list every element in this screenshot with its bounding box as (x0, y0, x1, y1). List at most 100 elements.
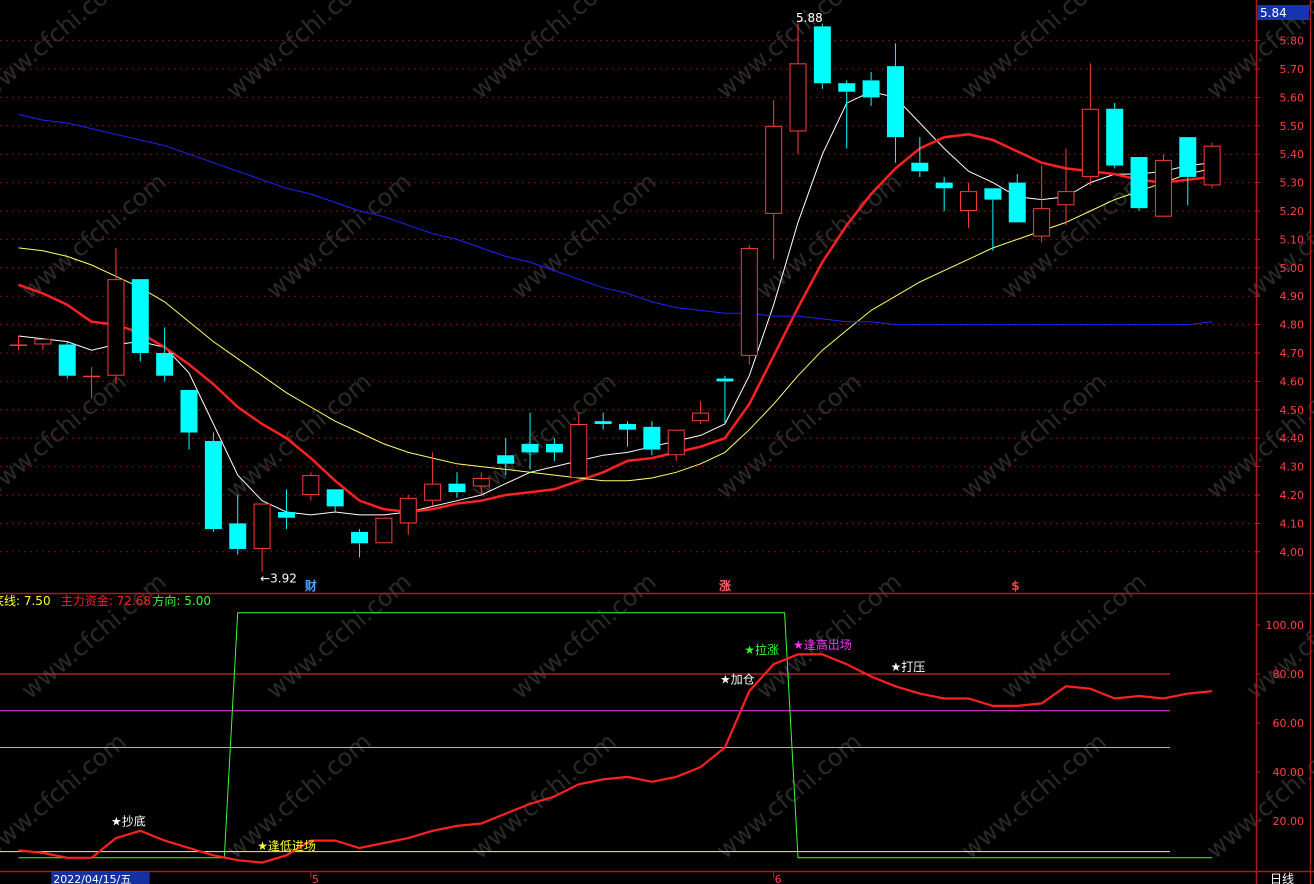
candle-body-up (1154, 159, 1172, 217)
price-tick-label: 5.30 (1280, 177, 1305, 190)
candle-body-up (253, 503, 271, 549)
candle-body-down (594, 421, 612, 424)
price-tick-label: 4.50 (1280, 404, 1305, 417)
candle-body-down (497, 455, 515, 464)
price-tick-label: 4.40 (1280, 432, 1305, 445)
candle-body-down (935, 182, 953, 189)
candle-body-up (424, 483, 442, 501)
candle-body-up (34, 338, 52, 345)
x-axis-label: 2022/04/15/五 (53, 873, 131, 884)
current-price-label: 5.84 (1260, 6, 1287, 20)
candle-body-up (740, 247, 758, 356)
indicator-tick-label: 40.00 (1273, 766, 1305, 779)
indicator-tick-label: 80.00 (1273, 668, 1305, 681)
candle-body-down (1179, 137, 1197, 177)
legend-item: 主力资金: 72.68 (61, 593, 151, 608)
candle-body-down (326, 489, 344, 507)
price-tick-label: 4.60 (1280, 375, 1305, 388)
price-tick-label: 5.70 (1280, 63, 1305, 76)
candle-body-down (180, 389, 198, 433)
signal-label: ★加仓 (720, 672, 755, 686)
candle-body-up (789, 63, 807, 132)
price-extreme-label: 5.88 (796, 11, 823, 25)
price-tick-label: 4.30 (1280, 461, 1305, 474)
event-marker: 财 (304, 578, 317, 593)
price-tick-label: 5.80 (1280, 35, 1305, 48)
candle (813, 23, 831, 89)
candle-body-down (156, 353, 174, 376)
period-label: 日线 (1270, 872, 1294, 884)
price-tick-label: 4.70 (1280, 347, 1305, 360)
candle-body-up (472, 477, 490, 487)
indicator-tick-label: 60.00 (1273, 717, 1305, 730)
candle-body-down (448, 483, 466, 493)
price-tick-label: 5.10 (1280, 233, 1305, 246)
candle-body-up (570, 424, 588, 478)
candle-body-down (277, 512, 295, 518)
candle (131, 279, 149, 362)
candle-body-up (1033, 208, 1051, 237)
signal-label: ★拉涨 (744, 642, 779, 657)
signal-label: ★抄底 (111, 813, 146, 828)
candle (58, 341, 76, 379)
x-axis-label: 5 (312, 873, 319, 884)
candle (1130, 157, 1148, 211)
candle-body-up (83, 375, 101, 378)
candle-body-down (545, 443, 563, 453)
price-tick-label: 4.10 (1280, 517, 1305, 530)
price-tick-label: 4.80 (1280, 319, 1305, 332)
candle-body-up (1057, 191, 1075, 206)
candle-body-down (716, 378, 734, 382)
legend-item: 底线: 7.50 (0, 593, 51, 608)
candle-body-down (911, 162, 929, 172)
candle-body-up (302, 475, 320, 495)
candle-body-down (1008, 182, 1026, 223)
price-tick-label: 5.20 (1280, 205, 1305, 218)
candle-body-down (813, 26, 831, 84)
price-tick-label: 4.20 (1280, 489, 1305, 502)
candle (204, 432, 222, 532)
price-extreme-label: ←3.92 (260, 572, 297, 586)
candle-body-down (886, 66, 904, 138)
signal-label: ★打压 (890, 660, 925, 674)
indicator-legend: 底线: 7.50 主力资金: 72.68方向: 5.00 (0, 593, 211, 608)
indicator-tick-label: 100.00 (1266, 619, 1305, 632)
signal-label: ★逢高出场 (793, 637, 852, 652)
signal-label: ★逢低进场 (257, 839, 316, 853)
candle-body-up (667, 429, 685, 456)
legend-item: 方向: 5.00 (152, 593, 211, 608)
candle-body-down (1130, 157, 1148, 209)
candle-body-down (351, 531, 369, 544)
price-tick-label: 5.50 (1280, 120, 1305, 133)
candle (1203, 142, 1221, 189)
candle-body-up (10, 344, 27, 346)
candle-body-down (229, 523, 247, 549)
price-tick-label: 5.60 (1280, 91, 1305, 104)
candle-body-down (984, 188, 1002, 200)
candle-body-down (58, 344, 76, 376)
candle-body-up (375, 517, 393, 544)
candle (740, 245, 758, 365)
price-tick-label: 4.00 (1280, 546, 1305, 559)
x-axis-label: 6 (775, 873, 782, 884)
candle-body-up (399, 497, 417, 524)
candle-body-down (521, 443, 539, 453)
candle-body-down (131, 279, 149, 353)
indicator-tick-label: 20.00 (1273, 815, 1305, 828)
candle-body-up (107, 279, 125, 376)
candle-body-up (1081, 108, 1099, 177)
candle-body-down (862, 80, 880, 98)
event-marker: $ (1011, 579, 1019, 593)
price-tick-label: 5.00 (1280, 262, 1305, 275)
candle-body-up (692, 412, 710, 422)
stock-chart: www.cfchi.com www.cfchi.com www.cfchi.com w… (0, 0, 1314, 884)
candle-body-down (619, 424, 636, 430)
price-tick-label: 4.90 (1280, 290, 1305, 303)
price-tick-label: 5.40 (1280, 148, 1305, 161)
candle-body-down (204, 441, 222, 530)
candle (375, 517, 393, 544)
candle (1154, 154, 1172, 217)
candle-body-up (960, 191, 978, 211)
event-marker: 涨 (719, 578, 731, 593)
candle-body-up (1203, 145, 1221, 186)
